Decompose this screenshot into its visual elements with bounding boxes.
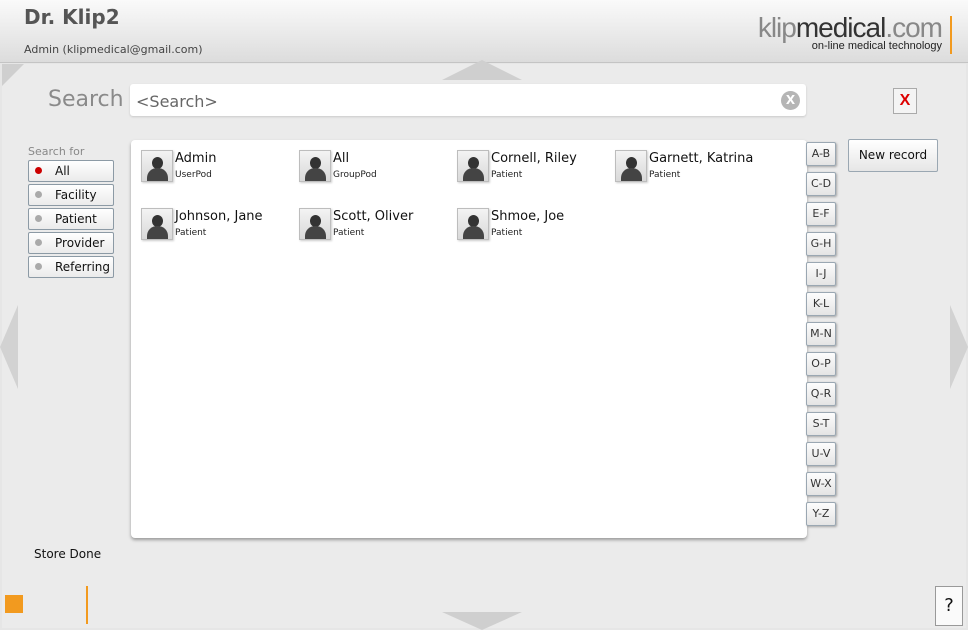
app-title: Dr. Klip2 [24,5,120,29]
alpha-tab-e-f[interactable]: E-F [806,202,836,226]
record-item[interactable]: Johnson, Jane Patient [131,198,289,240]
record-item[interactable]: Garnett, Katrina Patient [605,140,763,182]
search-label: Search [48,87,124,112]
alpha-tab-m-n[interactable]: M-N [806,322,836,346]
filter-provider[interactable]: Provider [28,232,114,254]
person-avatar-icon [457,208,489,240]
record-name: Johnson, Jane [175,209,263,224]
alpha-tab-s-t[interactable]: S-T [806,412,836,436]
record-name: Admin [175,151,217,166]
alpha-tab-w-x[interactable]: W-X [806,472,836,496]
radio-icon [35,215,42,222]
filter-all[interactable]: All [28,160,114,182]
radio-selected-icon [35,167,42,174]
alpha-tab-g-h[interactable]: G-H [806,232,836,256]
record-type: Patient [491,228,523,238]
app-header: Dr. Klip2 Admin (klipmedical@gmail.com) … [0,0,968,63]
nav-up-arrow-icon[interactable] [442,60,522,80]
radio-icon [35,191,42,198]
alpha-tab-c-d[interactable]: C-D [806,172,836,196]
record-item[interactable]: Admin UserPod [131,140,289,182]
filter-facility[interactable]: Facility [28,184,114,206]
nav-left-arrow-icon[interactable] [0,305,18,389]
filter-label-text: Referring [55,260,111,274]
filter-referring[interactable]: Referring [28,256,114,278]
close-button[interactable]: X [893,88,917,114]
record-name: Shmoe, Joe [491,209,565,224]
alpha-tab-a-b[interactable]: A-B [806,142,836,166]
filter-label-text: Provider [55,236,105,250]
person-avatar-icon [299,150,331,182]
record-name: Cornell, Riley [491,151,577,166]
filter-label: Search for [28,145,85,158]
person-avatar-icon [141,208,173,240]
record-name: Scott, Oliver [333,209,414,224]
record-name: All [333,151,350,166]
logo-part-suffix: .com [885,12,943,43]
filter-label-text: Facility [55,188,97,202]
status-text: Store Done [34,547,102,561]
record-type: Patient [649,170,681,180]
person-avatar-icon [615,150,647,182]
alpha-tab-i-j[interactable]: I-J [806,262,836,286]
record-item[interactable]: Cornell, Riley Patient [447,140,605,182]
clear-search-icon[interactable]: X [781,91,800,110]
divider [86,586,88,624]
record-type: Patient [491,170,523,180]
filter-label-text: All [55,164,70,178]
corner-decoration [2,64,24,86]
new-record-button[interactable]: New record [848,139,938,172]
record-item[interactable]: All GroupPod [289,140,447,182]
record-type: GroupPod [333,170,377,180]
record-type: UserPod [175,170,212,180]
alpha-tab-y-z[interactable]: Y-Z [806,502,836,526]
record-item[interactable]: Shmoe, Joe Patient [447,198,605,240]
radio-icon [35,263,42,270]
radio-icon [35,239,42,246]
alphabet-index: A-B C-D E-F G-H I-J K-L M-N O-P Q-R S-T … [806,142,836,532]
logo-accent-bar [950,16,952,54]
record-item[interactable]: Scott, Oliver Patient [289,198,447,240]
nav-right-arrow-icon[interactable] [950,305,968,389]
status-indicator-icon [5,595,23,613]
logged-in-user: Admin (klipmedical@gmail.com) [24,43,203,56]
alpha-tab-u-v[interactable]: U-V [806,442,836,466]
logo-tagline: on-line medical technology [811,40,942,52]
filter-patient[interactable]: Patient [28,208,114,230]
person-avatar-icon [141,150,173,182]
person-avatar-icon [457,150,489,182]
logo-part-light: klip [757,12,797,43]
help-button[interactable]: ? [935,586,963,626]
record-type: Patient [175,228,207,238]
record-name: Garnett, Katrina [649,151,754,166]
alpha-tab-o-p[interactable]: O-P [806,352,836,376]
search-input[interactable] [134,87,778,115]
nav-down-arrow-icon[interactable] [442,612,522,630]
logo-part-bold: medical [795,12,886,43]
filter-label-text: Patient [55,212,97,226]
results-panel: Admin UserPod All GroupPod Cornell, Rile… [131,140,807,538]
filter-list: All Facility Patient Provider Referring [28,160,114,280]
alpha-tab-k-l[interactable]: K-L [806,292,836,316]
klipmedical-logo: klipmedical.com on-line medical technolo… [744,10,954,54]
record-type: Patient [333,228,365,238]
person-avatar-icon [299,208,331,240]
alpha-tab-q-r[interactable]: Q-R [806,382,836,406]
search-box: X [130,84,806,116]
